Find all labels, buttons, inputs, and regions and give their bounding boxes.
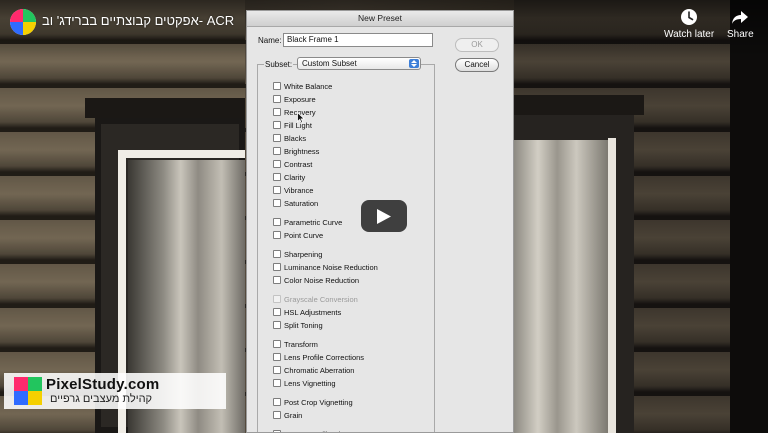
checkbox[interactable] [273, 353, 281, 361]
pixelstudy-logo-icon [14, 377, 42, 405]
checkbox[interactable] [273, 411, 281, 419]
clock-icon [681, 9, 698, 25]
checkbox[interactable] [273, 134, 281, 142]
play-icon [377, 209, 391, 224]
subset-label: Subset: [264, 60, 294, 69]
video-title[interactable]: אפקטים קבוצתיים בברידג' וב- ACR [42, 13, 234, 28]
checkbox-label: Parametric Curve [284, 218, 343, 227]
checkbox-label: Luminance Noise Reduction [284, 263, 378, 272]
ok-button[interactable]: OK [455, 38, 499, 52]
checkbox[interactable] [273, 147, 281, 155]
share-arrow-icon [732, 11, 749, 24]
checkbox-label: Post Crop Vignetting [284, 398, 353, 407]
window-header-right [514, 95, 644, 115]
checkbox[interactable] [273, 95, 281, 103]
checkbox-label: Transform [284, 340, 318, 349]
checkbox-label: Blacks [284, 134, 307, 143]
checkbox-label: Saturation [284, 199, 319, 208]
video-edge-shadow [730, 0, 768, 433]
checkbox[interactable] [273, 186, 281, 194]
share-label: Share [727, 29, 754, 40]
window-curtain-right [514, 140, 610, 433]
checkbox-label: Clarity [284, 173, 306, 182]
checkbox[interactable] [273, 121, 281, 129]
checkbox[interactable] [273, 173, 281, 181]
checkbox[interactable] [273, 250, 281, 258]
checkbox[interactable] [273, 82, 281, 90]
dropdown-arrows-icon [409, 59, 419, 68]
checkbox[interactable] [273, 321, 281, 329]
checkbox[interactable] [273, 340, 281, 348]
subset-dropdown[interactable]: Custom Subset [297, 57, 421, 70]
channel-logo-icon[interactable] [10, 9, 36, 35]
watermark-name: PixelStudy.com [46, 376, 160, 393]
checkbox-label: Lens Profile Corrections [284, 353, 365, 362]
checkbox-label: Lens Vignetting [284, 379, 336, 388]
checkbox-label: White Balance [284, 82, 333, 91]
checkbox[interactable] [273, 308, 281, 316]
watermark-subtitle: קהילת מעצבים גרפיים [50, 393, 153, 405]
checkbox[interactable] [273, 231, 281, 239]
checkbox-label: HSL Adjustments [284, 308, 342, 317]
checkbox-label: Exposure [284, 95, 316, 104]
checkbox-label: Point Curve [284, 231, 324, 240]
window-trim-left-top [118, 150, 245, 158]
checkbox-label: Grain [284, 411, 303, 420]
mouse-cursor-icon [297, 112, 305, 124]
watch-later-label: Watch later [664, 29, 715, 40]
checkbox[interactable] [273, 108, 281, 116]
checkbox[interactable] [273, 366, 281, 374]
share-button[interactable]: Share [727, 8, 754, 40]
checkbox-label: Contrast [284, 160, 313, 169]
window-header-left [85, 98, 245, 118]
checkbox-label: Brightness [284, 147, 320, 156]
play-button[interactable] [361, 200, 407, 232]
checkbox[interactable] [273, 379, 281, 387]
subset-group [257, 64, 435, 432]
checkbox[interactable] [273, 199, 281, 207]
checkbox-label: Grayscale Conversion [284, 295, 358, 304]
name-label: Name: [258, 36, 282, 45]
checkbox-label: Sharpening [284, 250, 323, 259]
preset-name-input[interactable]: Black Frame 1 [283, 33, 433, 47]
checkbox-label: Split Toning [284, 321, 323, 330]
watch-later-button[interactable]: Watch later [664, 8, 714, 40]
dialog-title[interactable]: New Preset [247, 11, 513, 27]
subset-dropdown-value: Custom Subset [302, 59, 357, 68]
checkbox-label: Vibrance [284, 186, 314, 195]
cancel-button[interactable]: Cancel [455, 58, 499, 72]
window-trim-right [608, 138, 616, 433]
checkbox[interactable] [273, 295, 281, 303]
checkbox[interactable] [273, 263, 281, 271]
checkbox-label: Chromatic Aberration [284, 366, 355, 375]
checkbox[interactable] [273, 160, 281, 168]
checkbox[interactable] [273, 218, 281, 226]
checkbox-label: Color Noise Reduction [284, 276, 360, 285]
checkbox[interactable] [273, 276, 281, 284]
checkbox[interactable] [273, 398, 281, 406]
